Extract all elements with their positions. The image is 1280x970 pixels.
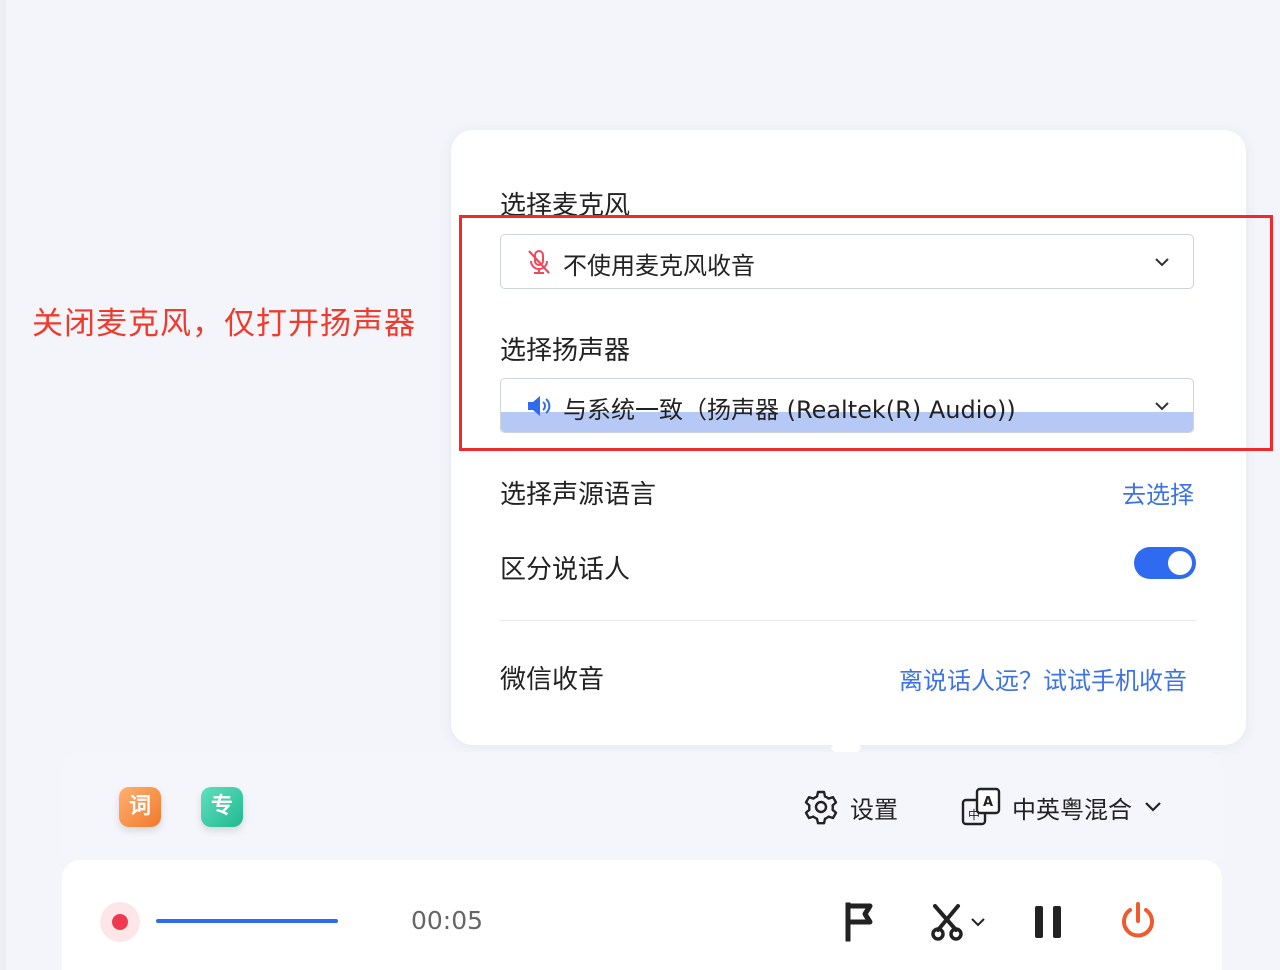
pause-icon[interactable] xyxy=(1032,904,1064,940)
speaker-selected-value: 与系统一致（扬声器 (Realtek(R) Audio)) xyxy=(563,396,1016,424)
gear-icon xyxy=(804,790,838,825)
recording-indicator xyxy=(100,902,140,942)
divider xyxy=(500,620,1196,621)
flag-icon[interactable] xyxy=(843,902,877,942)
microphone-dropdown[interactable]: 不使用麦克风收音 xyxy=(500,234,1194,289)
chevron-down-icon xyxy=(1155,258,1169,267)
mic-off-icon xyxy=(528,250,550,274)
speaker-label: 选择扬声器 xyxy=(500,336,631,366)
speaker-diarization-label: 区分说话人 xyxy=(500,555,631,585)
speaker-diarization-toggle[interactable] xyxy=(1134,547,1196,579)
language-mode-label: 中英粤混合 xyxy=(1012,796,1132,824)
chevron-down-icon xyxy=(1145,802,1161,812)
professional-tag-button[interactable]: 专 xyxy=(201,787,243,827)
settings-panel xyxy=(451,130,1246,745)
scissors-icon xyxy=(931,904,963,941)
recording-dot-icon xyxy=(112,914,128,930)
speaker-dropdown[interactable]: 与系统一致（扬声器 (Realtek(R) Audio)) xyxy=(500,378,1194,433)
recording-timer: 00:05 xyxy=(411,906,484,935)
vocabulary-tag-button[interactable]: 词 xyxy=(119,787,161,827)
annotation-text: 关闭麦克风，仅打开扬声器 xyxy=(32,306,416,342)
speaker-icon xyxy=(528,396,551,416)
power-icon[interactable] xyxy=(1118,901,1158,943)
toggle-knob xyxy=(1168,551,1192,575)
wechat-capture-label: 微信收音 xyxy=(500,665,605,695)
window-edge xyxy=(0,0,6,970)
choose-language-link[interactable]: 去选择 xyxy=(1122,475,1194,510)
settings-label: 设置 xyxy=(850,796,898,824)
phone-capture-link[interactable]: 离说话人远？试试手机收音 xyxy=(899,661,1187,696)
translate-icon: 中 A xyxy=(961,787,1001,826)
svg-text:中: 中 xyxy=(968,807,980,822)
audio-waveform xyxy=(156,919,338,923)
chevron-down-icon xyxy=(1155,402,1169,411)
svg-text:A: A xyxy=(983,795,993,810)
microphone-selected-value: 不使用麦克风收音 xyxy=(563,252,755,280)
microphone-label: 选择麦克风 xyxy=(500,191,631,221)
chevron-down-icon xyxy=(971,918,985,927)
source-language-label: 选择声源语言 xyxy=(500,480,657,510)
